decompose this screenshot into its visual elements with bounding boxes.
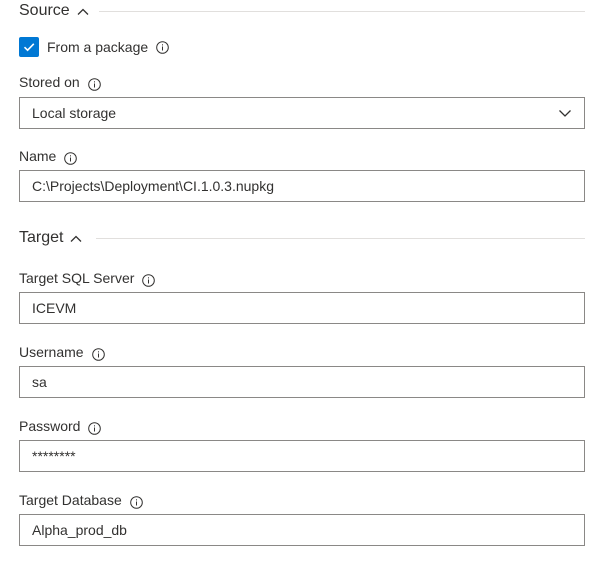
sql-server-info-icon[interactable] bbox=[142, 272, 156, 287]
password-info-icon[interactable] bbox=[88, 420, 102, 435]
username-input[interactable] bbox=[19, 366, 585, 398]
source-collapse-chevron-up-icon[interactable] bbox=[76, 4, 90, 18]
sql-server-input[interactable] bbox=[19, 292, 585, 324]
target-collapse-chevron-up-icon[interactable] bbox=[69, 231, 83, 245]
name-info-icon[interactable] bbox=[64, 150, 78, 165]
username-label-row: Username bbox=[19, 342, 105, 362]
username-label: Username bbox=[19, 344, 84, 360]
from-package-label[interactable]: From a package bbox=[47, 39, 148, 55]
name-label-row: Name bbox=[19, 146, 78, 166]
from-package-checkbox-row: From a package bbox=[19, 37, 169, 57]
stored-on-label-row: Stored on bbox=[19, 72, 101, 92]
target-section-header: Target bbox=[19, 227, 83, 249]
from-package-info-icon[interactable] bbox=[156, 40, 169, 54]
sql-server-label: Target SQL Server bbox=[19, 270, 135, 286]
database-label-row: Target Database bbox=[19, 490, 143, 510]
source-section-title: Source bbox=[19, 2, 70, 19]
checkmark-icon bbox=[23, 43, 35, 52]
stored-on-label: Stored on bbox=[19, 74, 80, 90]
source-section-header: Source bbox=[19, 0, 90, 22]
target-section-divider bbox=[96, 238, 585, 239]
password-label: Password bbox=[19, 418, 81, 434]
password-input[interactable] bbox=[19, 440, 585, 472]
source-section-divider bbox=[99, 11, 585, 12]
stored-on-info-icon[interactable] bbox=[87, 76, 101, 91]
stored-on-dropdown[interactable]: Local storage bbox=[19, 97, 585, 129]
password-label-row: Password bbox=[19, 416, 102, 436]
target-section-title: Target bbox=[19, 229, 64, 246]
name-input[interactable] bbox=[19, 170, 585, 202]
sql-server-label-row: Target SQL Server bbox=[19, 268, 156, 288]
chevron-down-icon bbox=[558, 106, 572, 120]
name-label: Name bbox=[19, 148, 57, 164]
from-package-checkbox[interactable] bbox=[19, 37, 39, 57]
stored-on-selected-value: Local storage bbox=[32, 105, 117, 121]
database-input[interactable] bbox=[19, 514, 585, 546]
database-info-icon[interactable] bbox=[129, 494, 143, 509]
database-label: Target Database bbox=[19, 492, 122, 508]
username-info-icon[interactable] bbox=[91, 346, 105, 361]
